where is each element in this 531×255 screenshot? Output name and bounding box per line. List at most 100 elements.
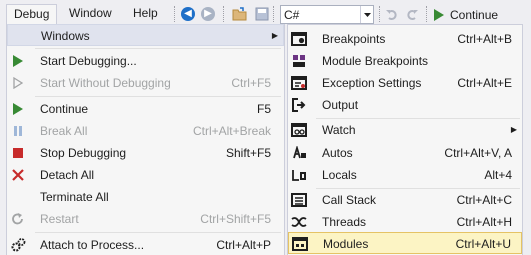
menu-item-label: Output — [322, 98, 359, 112]
exception-settings-icon — [291, 75, 307, 91]
menu-item-start-debugging[interactable]: Start Debugging... — [7, 50, 284, 72]
menu-item-label: Module Breakpoints — [322, 54, 429, 68]
menu-item-shortcut: Ctrl+Alt+B — [457, 32, 512, 46]
menu-item-shortcut: Ctrl+Alt+U — [455, 237, 511, 251]
menu-item-start-without-debugging[interactable]: Start Without Debugging Ctrl+F5 — [7, 72, 284, 94]
green-play-icon — [434, 8, 444, 21]
menu-item-shortcut: Ctrl+Alt+E — [457, 76, 512, 90]
menu-item-label: Start Debugging... — [40, 54, 137, 68]
menu-separator — [35, 48, 281, 49]
menu-item-shortcut: Ctrl+Alt+V, A — [444, 146, 512, 160]
menu-item-label: Windows — [41, 29, 90, 43]
outline-play-icon — [10, 75, 26, 91]
menu-item-label: Terminate All — [40, 190, 109, 204]
menu-item-label: Call Stack — [322, 193, 377, 207]
red-x-icon — [10, 167, 26, 183]
menu-item-output[interactable]: Output — [288, 94, 522, 116]
menu-item-stop-debugging[interactable]: Stop Debugging Shift+F5 — [7, 142, 284, 164]
menu-item-label: Locals — [322, 168, 357, 182]
menu-item-label: Detach All — [40, 168, 95, 182]
menu-item-autos[interactable]: Autos Ctrl+Alt+V, A — [288, 142, 522, 164]
submenu-arrow-icon: ▶ — [271, 31, 278, 40]
menu-item-shortcut: Shift+F5 — [225, 146, 271, 160]
menu-debug[interactable]: Debug — [6, 4, 58, 25]
autos-icon — [291, 145, 307, 161]
menu-item-module-breakpoints[interactable]: Module Breakpoints — [288, 50, 522, 72]
redo-button[interactable] — [404, 6, 420, 22]
menu-item-breakpoints[interactable]: Breakpoints Ctrl+Alt+B — [288, 28, 522, 50]
save-icon — [255, 7, 269, 21]
back-arrow-icon: ◀ — [181, 7, 195, 21]
threads-icon — [291, 214, 307, 230]
menu-item-shortcut: Ctrl+Alt+H — [456, 215, 512, 229]
menu-item-label: Exception Settings — [322, 76, 422, 90]
red-stop-icon — [10, 145, 26, 161]
menu-item-label: Continue — [40, 102, 89, 116]
navigate-back-button[interactable]: ◀ — [180, 6, 196, 22]
pause-icon — [10, 123, 26, 139]
menu-bar: Debug Window Help ◀ ▶ C# Continue — [0, 0, 531, 27]
navigate-forward-button[interactable]: ▶ — [200, 6, 216, 22]
menu-item-terminate-all[interactable]: Terminate All — [7, 186, 284, 208]
menu-item-shortcut: Ctrl+Alt+Break — [192, 124, 271, 138]
solution-platform-dropdown[interactable]: C# — [280, 5, 374, 24]
green-play-icon — [10, 101, 26, 117]
menu-item-exception-settings[interactable]: Exception Settings Ctrl+Alt+E — [288, 72, 522, 94]
menu-item-label: Attach to Process... — [40, 238, 145, 252]
menu-item-label: Restart — [40, 212, 79, 226]
restart-icon — [10, 211, 26, 227]
save-button[interactable] — [254, 6, 270, 22]
chevron-down-icon[interactable] — [360, 6, 373, 23]
menu-item-shortcut: F5 — [256, 102, 271, 116]
menu-item-detach-all[interactable]: Detach All — [7, 164, 284, 186]
menu-item-restart[interactable]: Restart Ctrl+Shift+F5 — [7, 208, 284, 230]
menu-item-locals[interactable]: Locals Alt+4 — [288, 164, 522, 186]
menu-item-windows[interactable]: Windows ▶ — [7, 24, 284, 46]
menu-window[interactable]: Window — [62, 4, 119, 25]
menu-item-threads[interactable]: Threads Ctrl+Alt+H — [288, 211, 522, 233]
menu-item-label: Autos — [322, 146, 353, 160]
menu-item-shortcut: Alt+4 — [484, 168, 512, 182]
toolbar-separator — [223, 6, 224, 22]
call-stack-icon — [291, 192, 307, 208]
undo-icon — [386, 10, 397, 20]
menu-item-continue[interactable]: Continue F5 — [7, 98, 284, 120]
forward-arrow-icon: ▶ — [201, 7, 215, 21]
toolbar-separator — [379, 6, 380, 22]
open-folder-icon — [232, 7, 247, 21]
toolbar-separator — [426, 6, 427, 22]
dropdown-value: C# — [284, 8, 300, 22]
menu-item-shortcut: Ctrl+Alt+C — [456, 193, 512, 207]
menu-item-shortcut: Ctrl+F5 — [231, 76, 271, 90]
continue-toolbar-button[interactable]: Continue — [434, 4, 498, 25]
menu-separator — [35, 232, 281, 233]
menu-item-watch[interactable]: Watch ▶ — [288, 119, 522, 141]
menu-item-label: Threads — [322, 215, 367, 229]
undo-button[interactable] — [384, 6, 400, 22]
toolbar-separator — [273, 6, 274, 22]
redo-icon — [407, 10, 418, 20]
menu-item-label: Stop Debugging — [40, 146, 127, 160]
gears-icon — [10, 237, 26, 253]
watch-icon — [291, 122, 307, 138]
windows-submenu: Breakpoints Ctrl+Alt+B Module Breakpoint… — [287, 24, 523, 255]
green-play-icon — [10, 53, 26, 69]
breakpoints-icon — [291, 31, 307, 47]
menu-item-label: Break All — [40, 124, 88, 138]
continue-label: Continue — [450, 7, 499, 22]
menu-item-attach-to-process[interactable]: Attach to Process... Ctrl+Alt+P — [7, 234, 284, 255]
module-breakpoints-icon — [291, 53, 307, 69]
menu-item-label: Modules — [323, 237, 369, 251]
menu-item-call-stack[interactable]: Call Stack Ctrl+Alt+C — [288, 189, 522, 211]
debug-menu: Windows ▶ Start Debugging... Start Witho… — [6, 24, 285, 255]
modules-icon — [292, 236, 308, 252]
menu-help[interactable]: Help — [126, 4, 165, 25]
menu-item-shortcut: Ctrl+Alt+P — [216, 238, 271, 252]
menu-separator — [35, 96, 281, 97]
menu-item-break-all[interactable]: Break All Ctrl+Alt+Break — [7, 120, 284, 142]
open-file-button[interactable] — [232, 6, 248, 22]
menu-item-label: Start Without Debugging — [40, 76, 171, 90]
menu-item-modules[interactable]: Modules Ctrl+Alt+U — [288, 232, 522, 254]
menu-item-shortcut: Ctrl+Shift+F5 — [200, 212, 271, 226]
toolbar-separator — [174, 6, 175, 22]
